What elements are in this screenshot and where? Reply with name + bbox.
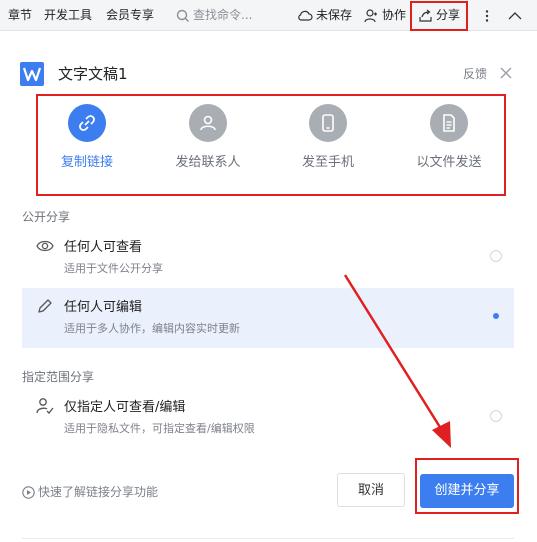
share-option-send-contact[interactable]: 发给联系人 bbox=[153, 104, 263, 170]
radio-anyone-edit[interactable] bbox=[490, 310, 502, 322]
radio-specified-people[interactable] bbox=[490, 410, 502, 422]
help-link[interactable]: 快速了解链接分享功能 bbox=[22, 483, 158, 500]
share-option-send-file[interactable]: 以文件发送 bbox=[394, 104, 504, 170]
collab-button[interactable]: 协作 bbox=[382, 0, 406, 30]
menu-member[interactable]: 会员专享 bbox=[106, 0, 154, 30]
permission-desc: 适用于多人协作，编辑内容实时更新 bbox=[64, 322, 240, 335]
permission-anyone-edit[interactable]: 任何人可编辑 适用于多人协作，编辑内容实时更新 bbox=[22, 288, 514, 348]
cloud-icon bbox=[297, 0, 313, 30]
share-option-label: 复制链接 bbox=[60, 155, 113, 170]
chevron-up-icon[interactable] bbox=[508, 0, 522, 30]
share-dialog: 文字文稿1 反馈 复制链接 发给联系人 发至手机 以文件发送 公开分享 任何人可… bbox=[0, 38, 537, 542]
permission-desc: 适用于隐私文件，可指定查看/编辑权限 bbox=[64, 422, 255, 435]
collab-icon bbox=[364, 0, 378, 30]
share-option-send-phone[interactable]: 发至手机 bbox=[273, 104, 383, 170]
create-button-highlight-box bbox=[415, 458, 519, 514]
contact-icon bbox=[189, 104, 227, 142]
command-search[interactable]: 查找命令... bbox=[193, 0, 252, 30]
search-icon[interactable] bbox=[176, 0, 190, 30]
section-scope-share: 指定范围分享 bbox=[22, 370, 95, 384]
permission-title: 仅指定人可查看/编辑 bbox=[64, 400, 186, 415]
unsaved-status[interactable]: 未保存 bbox=[316, 0, 352, 30]
radio-anyone-view[interactable] bbox=[490, 250, 502, 262]
permission-title: 任何人可查看 bbox=[64, 240, 143, 255]
play-circle-icon bbox=[22, 486, 35, 499]
help-link-label: 快速了解链接分享功能 bbox=[38, 485, 159, 499]
more-icon[interactable] bbox=[484, 0, 490, 30]
phone-icon bbox=[309, 104, 347, 142]
permission-anyone-view[interactable]: 任何人可查看 适用于文件公开分享 bbox=[22, 228, 514, 288]
user-check-icon bbox=[36, 398, 54, 414]
footer-divider bbox=[22, 538, 514, 539]
eye-icon bbox=[36, 240, 54, 252]
pencil-icon bbox=[38, 299, 52, 313]
file-icon bbox=[430, 104, 468, 142]
share-option-copy-link[interactable]: 复制链接 bbox=[32, 104, 142, 170]
share-highlight-box bbox=[410, 1, 468, 31]
share-option-label: 发给联系人 bbox=[175, 155, 241, 170]
link-icon bbox=[68, 104, 106, 142]
feedback-link[interactable]: 反馈 bbox=[463, 65, 487, 82]
wps-writer-logo-icon bbox=[20, 62, 44, 86]
permission-specified-people[interactable]: 仅指定人可查看/编辑 适用于隐私文件，可指定查看/编辑权限 bbox=[22, 388, 514, 448]
document-title: 文字文稿1 bbox=[58, 65, 128, 83]
section-public-share: 公开分享 bbox=[22, 210, 71, 224]
cancel-button[interactable]: 取消 bbox=[337, 473, 405, 507]
permission-desc: 适用于文件公开分享 bbox=[64, 262, 163, 275]
menu-devtools[interactable]: 开发工具 bbox=[44, 0, 92, 30]
share-option-label: 发至手机 bbox=[301, 155, 354, 170]
share-option-label: 以文件发送 bbox=[416, 155, 482, 170]
menu-chapter[interactable]: 章节 bbox=[8, 0, 32, 30]
permission-title: 任何人可编辑 bbox=[64, 300, 143, 315]
close-icon[interactable] bbox=[498, 65, 514, 81]
